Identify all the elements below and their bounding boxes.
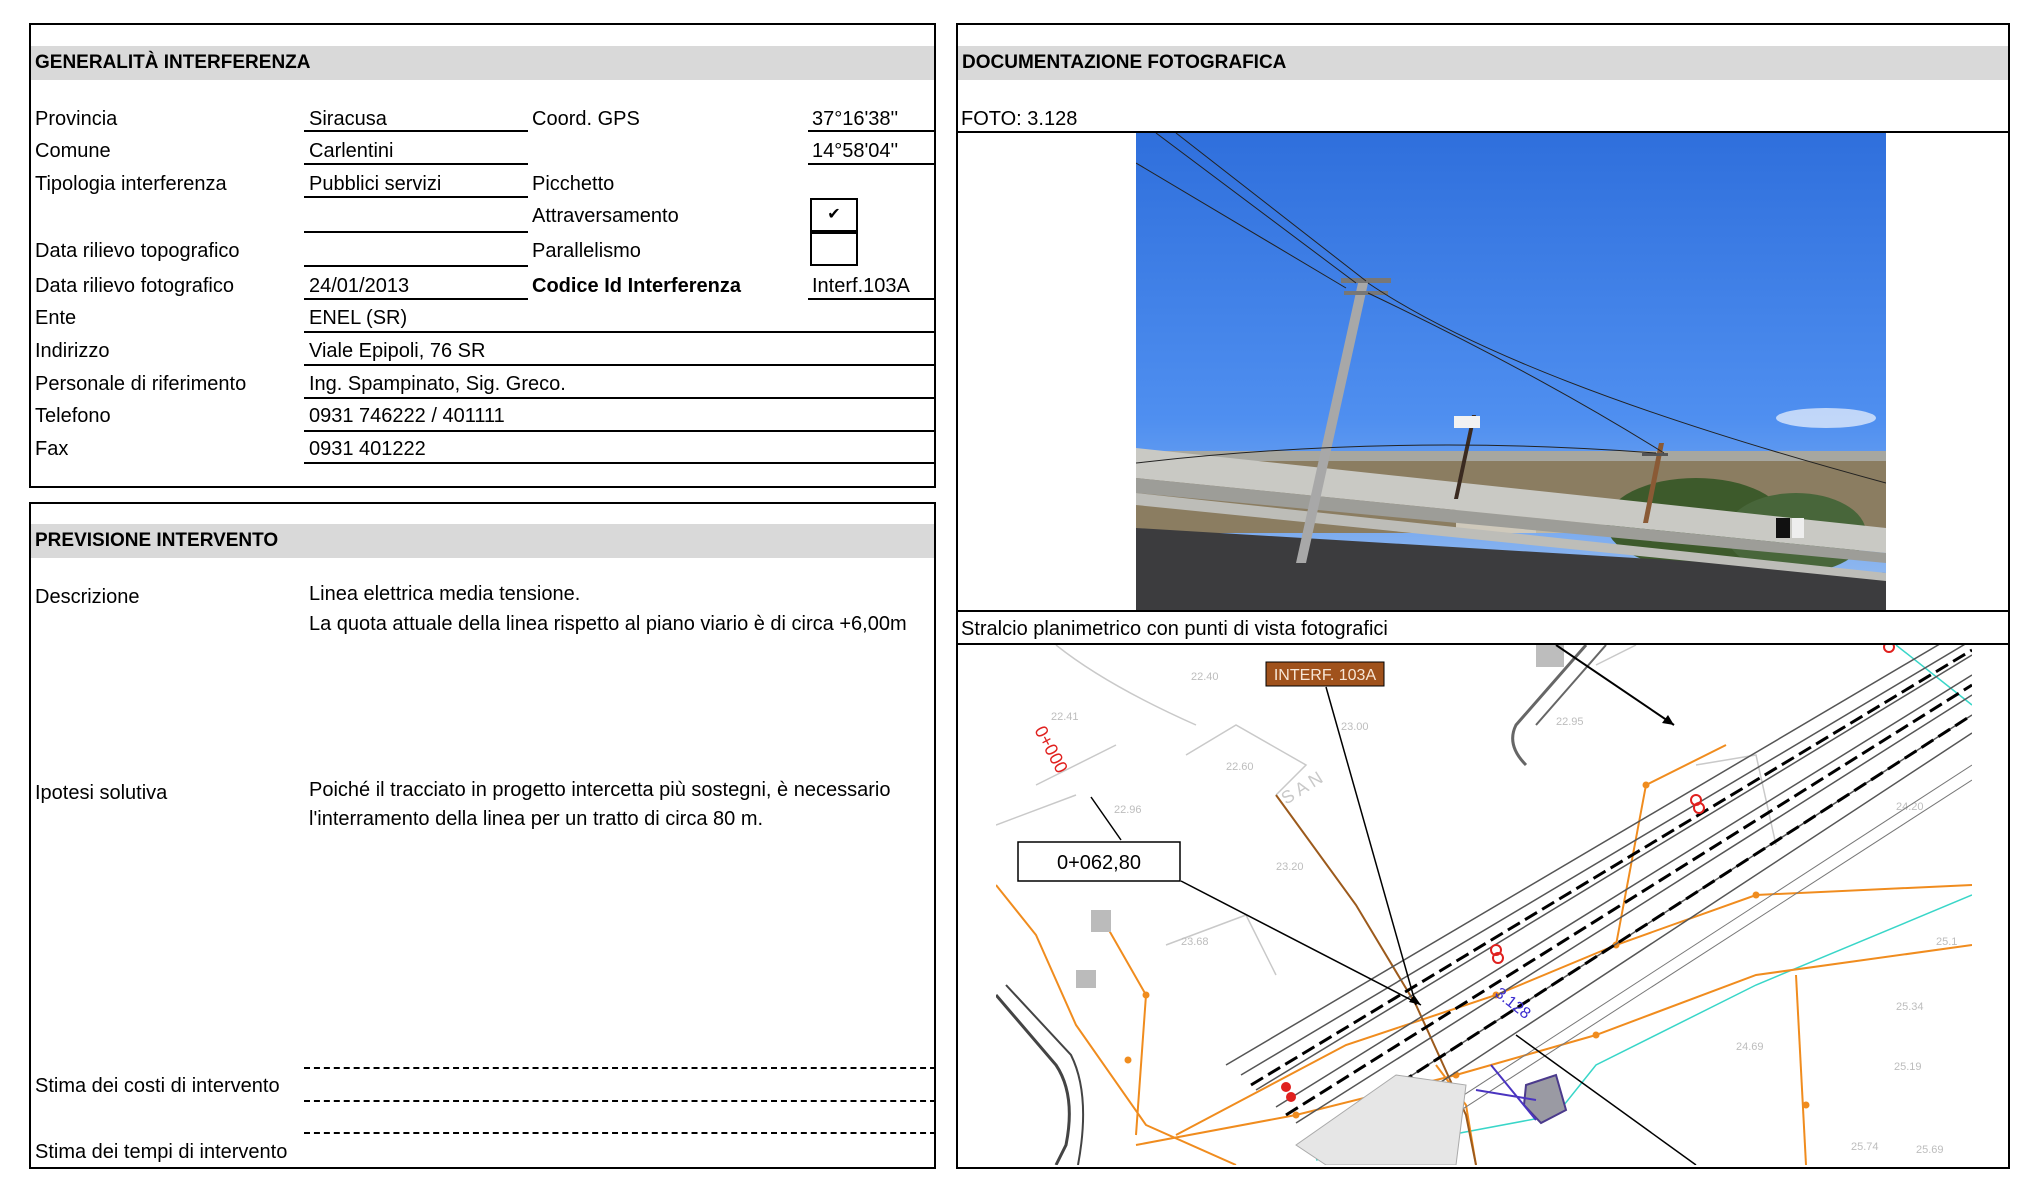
elev-label: 25.19 xyxy=(1894,1061,1922,1073)
foto-label: FOTO: 3.128 xyxy=(961,108,1078,130)
elev-label: 22.95 xyxy=(1556,716,1584,728)
costi-dashed-line-1 xyxy=(304,1067,936,1069)
telefono-label: Telefono xyxy=(35,405,111,427)
coord-gps-label: Coord. GPS xyxy=(532,108,640,130)
latitude-value: 37°16'38'' xyxy=(812,108,899,130)
previsione-header: PREVISIONE INTERVENTO xyxy=(31,524,934,558)
ipotesi-line-2: l'interramento della linea per un tratto… xyxy=(309,808,764,830)
elev-label: 25.69 xyxy=(1916,1144,1944,1156)
elev-label: 23.20 xyxy=(1276,861,1304,873)
costi-dashed-line-2 xyxy=(304,1100,936,1102)
indirizzo-value: Viale Epipoli, 76 SR xyxy=(309,340,486,362)
tipologia-label: Tipologia interferenza xyxy=(35,173,227,195)
elev-label: 22.41 xyxy=(1051,711,1079,723)
interf-map-label: INTERF. 103A xyxy=(1274,667,1377,684)
parallelismo-checkbox[interactable] xyxy=(810,232,858,266)
attraversamento-label: Attraversamento xyxy=(532,205,679,227)
elev-label: 22.96 xyxy=(1114,804,1142,816)
site-photo xyxy=(1136,133,1886,610)
fotografico-value: 24/01/2013 xyxy=(309,275,410,297)
provincia-underline xyxy=(304,130,528,132)
elev-label: 25.34 xyxy=(1896,1001,1924,1013)
telefono-value: 0931 746222 / 401111 xyxy=(309,405,505,427)
indirizzo-underline xyxy=(304,364,936,366)
codice-value: Interf.103A xyxy=(812,275,910,297)
picchetto-label: Picchetto xyxy=(532,173,615,195)
ipotesi-label: Ipotesi solutiva xyxy=(35,782,168,804)
elev-label: 23.68 xyxy=(1181,936,1209,948)
fotografico-label: Data rilievo fotografico xyxy=(35,275,234,297)
personale-label: Personale di riferimento xyxy=(35,373,247,395)
codice-underline xyxy=(808,298,936,300)
comune-underline xyxy=(304,163,528,165)
personale-underline xyxy=(304,397,936,399)
chainage-box-label: 0+062,80 xyxy=(1057,852,1141,874)
comune-label: Comune xyxy=(35,140,111,162)
fotografico-underline xyxy=(304,298,528,300)
provincia-label: Provincia xyxy=(35,108,118,130)
descrizione-line-2: La quota attuale della linea rispetto al… xyxy=(309,613,907,635)
fax-underline xyxy=(304,462,936,464)
indirizzo-label: Indirizzo xyxy=(35,340,110,362)
ente-label: Ente xyxy=(35,307,77,329)
tempi-label: Stima dei tempi di intervento xyxy=(35,1141,288,1163)
generalita-header: GENERALITÀ INTERFERENZA xyxy=(31,46,934,80)
empty-underline xyxy=(304,231,528,233)
descrizione-label: Descrizione xyxy=(35,586,140,608)
elev-label: 25.1 xyxy=(1936,936,1957,948)
elev-label: 25.74 xyxy=(1851,1141,1879,1153)
elev-label: 22.40 xyxy=(1191,671,1219,683)
fax-label: Fax xyxy=(35,438,69,460)
documentazione-header: DOCUMENTAZIONE FOTOGRAFICA xyxy=(958,46,2008,80)
parallelismo-label: Parallelismo xyxy=(532,240,641,262)
elev-label: 24.69 xyxy=(1736,1041,1764,1053)
topografico-label: Data rilievo topografico xyxy=(35,240,240,262)
tipologia-underline xyxy=(304,196,528,198)
ente-value: ENEL (SR) xyxy=(309,307,408,329)
telefono-underline xyxy=(304,430,936,432)
elev-label: 22.60 xyxy=(1226,761,1254,773)
tempi-dashed-line xyxy=(304,1132,936,1134)
tipologia-value: Pubblici servizi xyxy=(309,173,442,195)
topografico-underline xyxy=(304,265,528,267)
elev-label: 23.00 xyxy=(1341,721,1369,733)
comune-value: Carlentini xyxy=(309,140,394,162)
descrizione-line-1: Linea elettrica media tensione. xyxy=(309,583,581,605)
codice-label: Codice Id Interferenza xyxy=(532,275,741,297)
site-plan-map: 22.40 22.41 23.00 22.95 22.60 22.96 23.2… xyxy=(996,645,1972,1165)
attraversamento-checkbox[interactable]: ✔ xyxy=(810,198,858,232)
longitude-underline xyxy=(808,163,936,165)
longitude-value: 14°58'04'' xyxy=(812,140,899,162)
stralcio-label: Stralcio planimetrico con punti di vista… xyxy=(961,618,1388,640)
ente-underline xyxy=(304,331,936,333)
costi-label: Stima dei costi di intervento xyxy=(35,1075,280,1097)
personale-value: Ing. Spampinato, Sig. Greco. xyxy=(309,373,566,395)
ipotesi-line-1: Poiché il tracciato in progetto intercet… xyxy=(309,779,891,801)
photo-divider xyxy=(958,610,2008,612)
provincia-value: Siracusa xyxy=(309,108,387,130)
fax-value: 0931 401222 xyxy=(309,438,426,460)
latitude-underline xyxy=(808,130,936,132)
